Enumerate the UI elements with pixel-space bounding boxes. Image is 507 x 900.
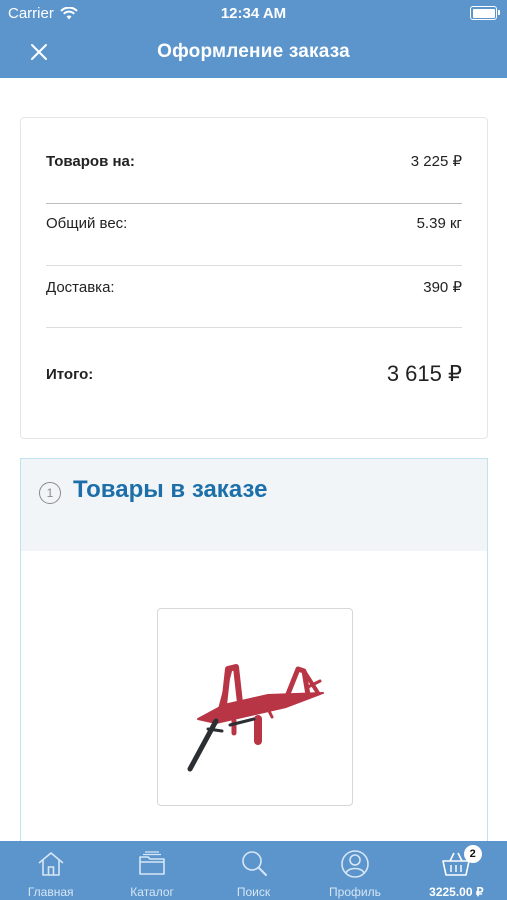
- summary-row-total: Итого: 3 615 ₽: [46, 361, 462, 387]
- tab-label: Каталог: [130, 885, 174, 899]
- tab-label: Главная: [27, 885, 74, 899]
- summary-row-delivery: Доставка: 390 ₽: [46, 278, 462, 297]
- weight-label: Общий вес:: [46, 215, 128, 232]
- nav-bar: Оформление заказа: [0, 28, 507, 78]
- search-icon: [241, 851, 267, 876]
- tab-profile[interactable]: Профиль: [304, 841, 405, 900]
- tab-label: Профиль: [329, 885, 381, 899]
- divider: [46, 327, 462, 328]
- divider: [46, 265, 462, 266]
- tab-search[interactable]: Поиск: [203, 841, 304, 900]
- home-icon: [38, 852, 64, 876]
- summary-row-weight: Общий вес: 5.39 кг: [46, 215, 462, 232]
- weight-value: 5.39 кг: [416, 215, 462, 232]
- delivery-label: Доставка:: [46, 278, 115, 296]
- summary-row-goods: Товаров на: 3 225 ₽: [46, 152, 462, 171]
- total-value: 3 615 ₽: [386, 361, 462, 386]
- product-image: [187, 664, 324, 772]
- status-time: 12:34 AM: [220, 5, 287, 22]
- step-number: 1: [39, 482, 61, 504]
- order-summary-card: Товаров на: 3 225 ₽ Общий вес: 5.39 кг Д…: [20, 117, 488, 439]
- tab-bar: Главная Каталог Поиск Профиль 2 3225.00: [0, 841, 507, 900]
- tab-home[interactable]: Главная: [0, 841, 101, 900]
- goods-label: Товаров на:: [46, 152, 135, 170]
- items-header: 1 Товары в заказе: [21, 459, 487, 551]
- tab-label: Поиск: [236, 885, 271, 899]
- profile-icon: [341, 850, 369, 878]
- goods-value: 3 225 ₽: [410, 153, 462, 170]
- battery-icon: [470, 6, 500, 20]
- order-items-section: 1 Товары в заказе: [20, 458, 488, 900]
- items-heading: Товары в заказе: [73, 476, 268, 503]
- folder-icon: [139, 851, 165, 875]
- delivery-value: 390 ₽: [423, 279, 462, 296]
- status-bar: Carrier 12:34 AM: [0, 0, 507, 28]
- tab-label: 3225.00 ₽: [429, 885, 484, 899]
- cart-badge: 2: [463, 845, 482, 863]
- total-label: Итого:: [46, 365, 94, 383]
- tab-catalog[interactable]: Каталог: [101, 841, 202, 900]
- tab-cart[interactable]: 2 3225.00 ₽: [406, 841, 507, 900]
- page-title: Оформление заказа: [157, 41, 350, 62]
- product-thumbnail[interactable]: [157, 608, 353, 806]
- divider: [46, 203, 462, 204]
